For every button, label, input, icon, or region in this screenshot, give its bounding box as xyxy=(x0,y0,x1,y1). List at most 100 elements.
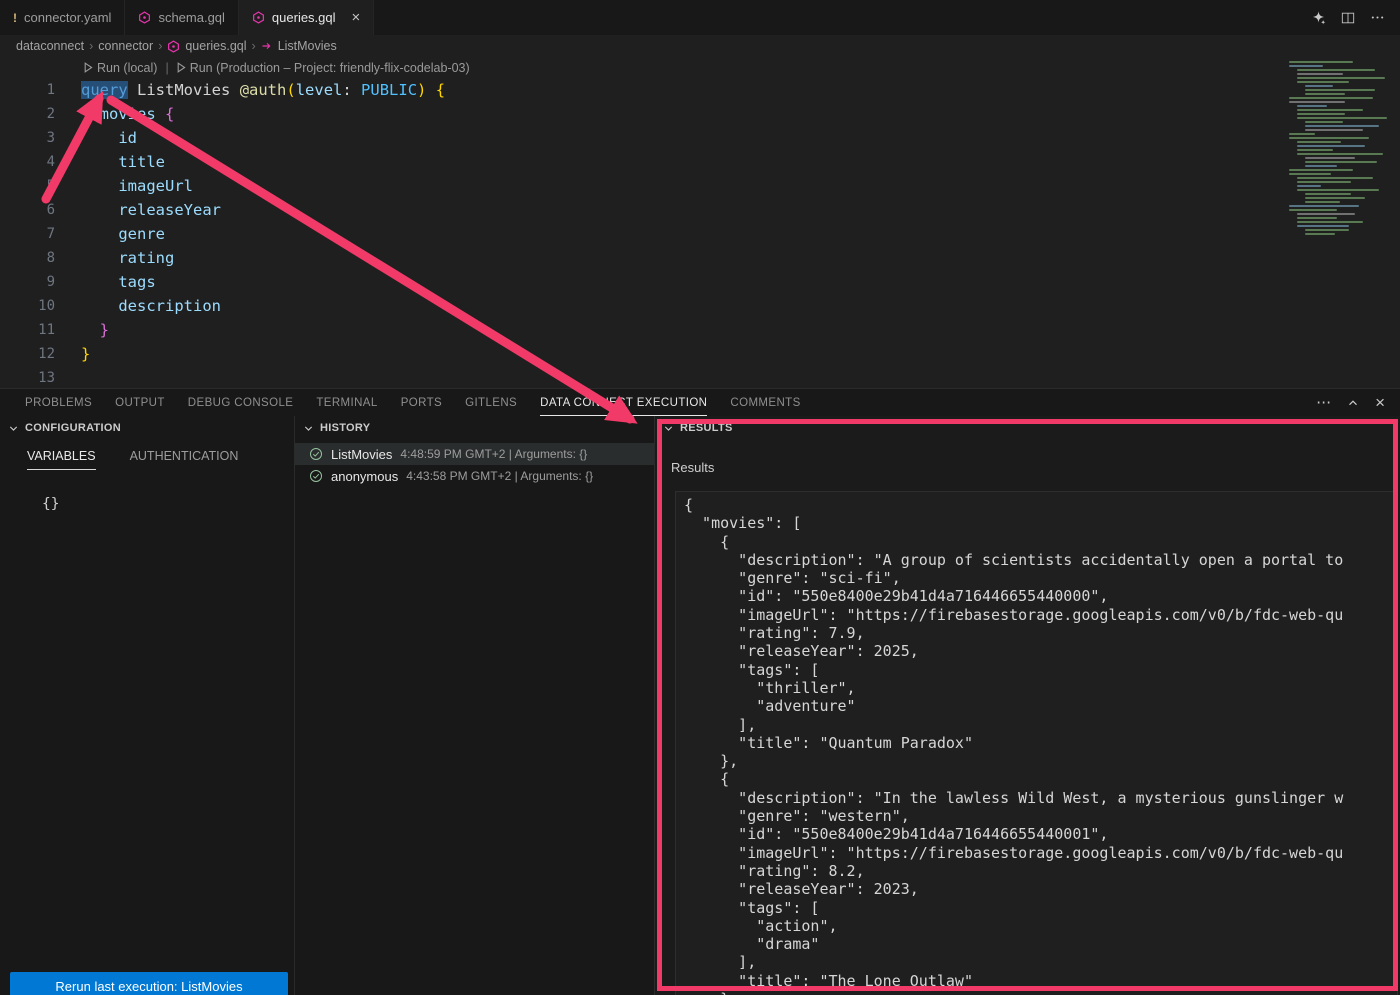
breadcrumb-label: dataconnect xyxy=(16,39,84,53)
breadcrumb-label: ListMovies xyxy=(278,39,337,53)
results-json[interactable]: { "movies": [ { "description": "A group … xyxy=(675,491,1398,995)
code-line: 11 } xyxy=(0,318,1400,342)
results-title: RESULTS xyxy=(680,422,733,434)
code-line: 9 tags xyxy=(0,270,1400,294)
panel-tab-problems[interactable]: PROBLEMS xyxy=(25,389,92,416)
code-line: 8 rating xyxy=(0,246,1400,270)
configuration-section: CONFIGURATION VARIABLES AUTHENTICATION {} xyxy=(0,416,295,995)
panel-tab-ports[interactable]: PORTS xyxy=(401,389,442,416)
line-number: 6 xyxy=(0,198,55,222)
more-actions-icon[interactable] xyxy=(1370,10,1385,25)
editor-tabs: ! connector.yaml schema.gql queries.gql × xyxy=(0,0,374,35)
code-text xyxy=(55,366,81,388)
yaml-file-icon: ! xyxy=(13,12,17,24)
codelens-divider: | xyxy=(165,61,168,75)
code-line: 10 description xyxy=(0,294,1400,318)
panel-tab-debug-console[interactable]: DEBUG CONSOLE xyxy=(188,389,294,416)
configuration-header[interactable]: CONFIGURATION xyxy=(0,416,294,440)
play-icon xyxy=(84,62,93,73)
graphql-file-icon xyxy=(252,11,265,24)
line-number: 9 xyxy=(0,270,55,294)
code-text: } xyxy=(55,318,109,342)
tab-label: queries.gql xyxy=(272,10,336,25)
graphql-file-icon xyxy=(167,40,180,53)
editor-tab-queries-gql[interactable]: queries.gql × xyxy=(239,0,374,35)
run-local-label: Run (local) xyxy=(97,61,157,75)
breadcrumb-separator: › xyxy=(252,39,256,53)
configuration-title: CONFIGURATION xyxy=(25,422,121,434)
panel-tabs: PROBLEMS OUTPUT DEBUG CONSOLE TERMINAL PORTS… xyxy=(25,389,801,416)
line-number: 13 xyxy=(0,366,55,388)
line-number: 12 xyxy=(0,342,55,366)
config-tab-variables[interactable]: VARIABLES xyxy=(27,449,96,470)
config-tab-authentication[interactable]: AUTHENTICATION xyxy=(130,449,239,470)
history-entry-name: ListMovies xyxy=(331,447,392,462)
history-entry-anonymous[interactable]: anonymous 4:43:58 PM GMT+2 | Arguments: {… xyxy=(295,465,654,487)
code-line: 13 xyxy=(0,366,1400,388)
results-subtitle: Results xyxy=(671,460,1400,475)
history-entry-meta: 4:43:58 PM GMT+2 | Arguments: {} xyxy=(406,469,593,483)
run-local-link[interactable]: Run (local) xyxy=(84,61,157,75)
line-number: 5 xyxy=(0,174,55,198)
editor-tab-schema-gql[interactable]: schema.gql xyxy=(125,0,238,35)
panel-tab-comments[interactable]: COMMENTS xyxy=(730,389,800,416)
editor-tab-connector-yaml[interactable]: ! connector.yaml xyxy=(0,0,125,35)
code-line: 7 genre xyxy=(0,222,1400,246)
vscode-window: ! connector.yaml schema.gql queries.gql × da… xyxy=(0,0,1400,995)
panel-more-actions-icon[interactable]: ⋯ xyxy=(1316,395,1331,410)
code-line: 6 releaseYear xyxy=(0,198,1400,222)
code-lines: 1query ListMovies @auth(level: PUBLIC) {… xyxy=(0,78,1400,388)
code-line: 1query ListMovies @auth(level: PUBLIC) { xyxy=(0,78,1400,102)
copilot-sparkle-icon[interactable] xyxy=(1311,10,1326,25)
maximize-panel-icon[interactable] xyxy=(1347,397,1359,409)
breadcrumb: dataconnect›connector›queries.gql›ListMo… xyxy=(0,35,1400,57)
panel-tab-output[interactable]: OUTPUT xyxy=(115,389,165,416)
breadcrumb-item-queries-gql[interactable]: queries.gql xyxy=(167,39,246,53)
chevron-down-icon xyxy=(8,423,19,434)
code-text: movies { xyxy=(55,102,174,126)
panel-tab-terminal[interactable]: TERMINAL xyxy=(316,389,377,416)
breadcrumb-item-connector[interactable]: connector xyxy=(98,39,153,53)
breadcrumb-label: queries.gql xyxy=(185,39,246,53)
rerun-last-execution-button[interactable]: Rerun last execution: ListMovies xyxy=(10,972,288,995)
line-number: 1 xyxy=(0,78,55,102)
graphql-file-icon xyxy=(138,11,151,24)
chevron-down-icon xyxy=(663,423,674,434)
check-circle-icon xyxy=(309,447,323,461)
breadcrumb-label: connector xyxy=(98,39,153,53)
history-entry-listmovies[interactable]: ListMovies 4:48:59 PM GMT+2 | Arguments: … xyxy=(295,443,654,465)
code-text: } xyxy=(55,342,90,366)
variables-editor[interactable]: {} xyxy=(42,496,294,512)
breadcrumb-item-dataconnect[interactable]: dataconnect xyxy=(16,39,84,53)
line-number: 8 xyxy=(0,246,55,270)
history-entry-meta: 4:48:59 PM GMT+2 | Arguments: {} xyxy=(400,447,587,461)
close-tab-icon[interactable]: × xyxy=(352,9,361,26)
line-number: 3 xyxy=(0,126,55,150)
code-line: 4 title xyxy=(0,150,1400,174)
results-section: RESULTS Results { "movies": [ { "descrip… xyxy=(655,416,1400,995)
tab-label: connector.yaml xyxy=(24,10,111,25)
run-production-link[interactable]: Run (Production – Project: friendly-flix… xyxy=(177,61,470,75)
panel-tab-gitlens[interactable]: GITLENS xyxy=(465,389,517,416)
code-line: 3 id xyxy=(0,126,1400,150)
play-icon xyxy=(177,62,186,73)
editor-actions xyxy=(1311,0,1400,35)
results-header[interactable]: RESULTS xyxy=(655,416,1400,440)
code-text: description xyxy=(55,294,221,318)
history-list: ListMovies 4:48:59 PM GMT+2 | Arguments: … xyxy=(295,443,654,487)
code-editor[interactable]: Run (local) | Run (Production – Project:… xyxy=(0,57,1400,388)
code-text: imageUrl xyxy=(55,174,193,198)
code-text: id xyxy=(55,126,137,150)
history-entry-name: anonymous xyxy=(331,469,398,484)
split-editor-icon[interactable] xyxy=(1341,11,1355,25)
minimap[interactable] xyxy=(1283,57,1400,388)
panel-tab-data-connect-execution[interactable]: DATA CONNECT EXECUTION xyxy=(540,389,707,416)
tab-label: schema.gql xyxy=(158,10,224,25)
codelens: Run (local) | Run (Production – Project:… xyxy=(0,57,1400,78)
panel-actions: ⋯ × xyxy=(1316,394,1400,411)
history-title: HISTORY xyxy=(320,422,370,434)
breadcrumb-item-listmovies[interactable]: ListMovies xyxy=(261,39,337,53)
panel-body: CONFIGURATION VARIABLES AUTHENTICATION {}… xyxy=(0,416,1400,995)
close-panel-icon[interactable]: × xyxy=(1375,394,1385,411)
history-header[interactable]: HISTORY xyxy=(295,416,654,440)
